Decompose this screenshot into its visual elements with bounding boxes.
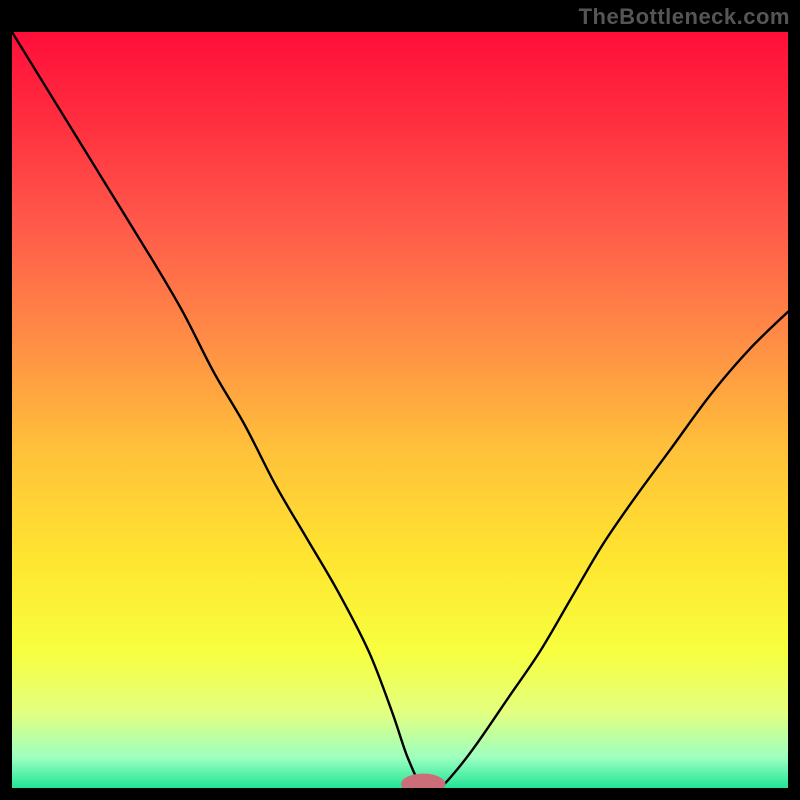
- bottleneck-curve-chart: [12, 32, 788, 788]
- gradient-background: [12, 32, 788, 788]
- chart-frame: TheBottleneck.com: [0, 0, 800, 800]
- watermark-text: TheBottleneck.com: [579, 4, 790, 30]
- plot-area: [12, 32, 788, 788]
